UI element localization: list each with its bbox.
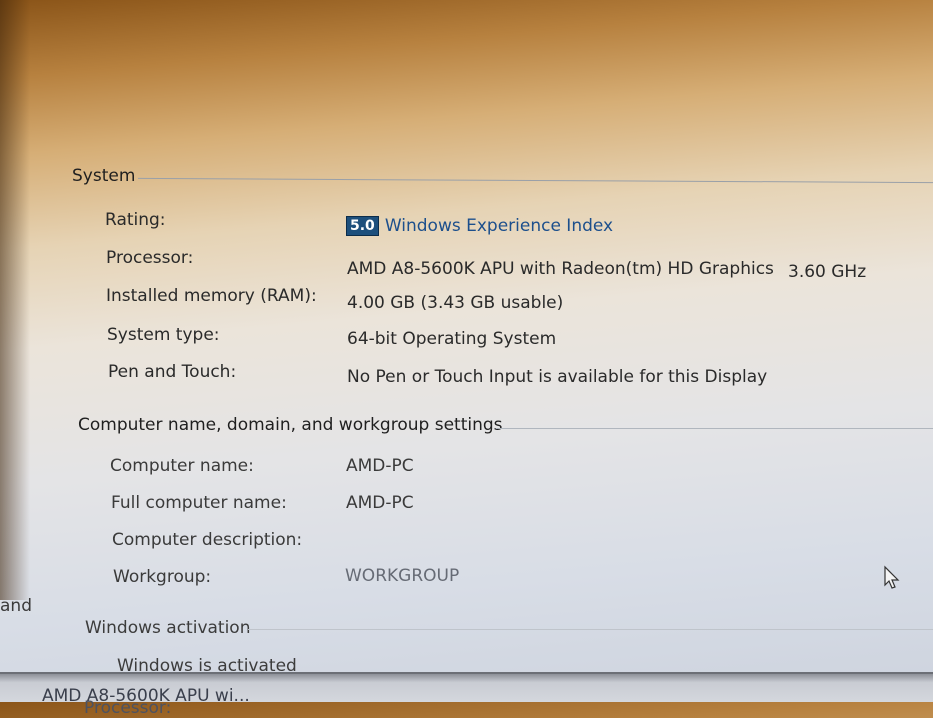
computer-settings-heading: Computer name, domain, and workgroup set… (78, 415, 503, 435)
processor-label: Processor: (106, 248, 194, 268)
workgroup-value: WORKGROUP (345, 566, 460, 586)
pen-touch-value: No Pen or Touch Input is available for t… (347, 367, 768, 387)
screen-bezel-shadow (0, 0, 30, 600)
full-computer-name-value: AMD-PC (346, 493, 414, 513)
sidebar-fragment: and (0, 596, 32, 616)
processor-speed: 3.60 GHz (788, 262, 867, 282)
divider (248, 629, 933, 630)
rating-badge: 5.0 (346, 216, 379, 236)
processor-value: AMD A8-5600K APU with Radeon(tm) HD Grap… (347, 259, 774, 279)
system-type-value: 64-bit Operating System (347, 329, 557, 349)
mouse-cursor-icon (884, 565, 900, 589)
workgroup-label: Workgroup: (113, 567, 212, 587)
activation-heading: Windows activation (85, 618, 251, 638)
memory-value: 4.00 GB (3.43 GB usable) (347, 293, 564, 313)
computer-name-label: Computer name: (110, 456, 254, 476)
system-heading: System (72, 166, 136, 186)
computer-description-label: Computer description: (112, 530, 303, 550)
divider (138, 177, 933, 184)
experience-index-link[interactable]: 5.0 Windows Experience Index (346, 216, 613, 236)
taskbar-preview: Processor: AMD A8-5600K APU wi... (0, 672, 933, 718)
experience-index-text: Windows Experience Index (384, 216, 614, 236)
rating-label: Rating: (105, 210, 166, 230)
system-type-label: System type: (107, 325, 220, 345)
full-computer-name-label: Full computer name: (111, 493, 287, 513)
memory-label: Installed memory (RAM): (106, 286, 317, 306)
pen-touch-label: Pen and Touch: (108, 362, 237, 382)
computer-name-value: AMD-PC (346, 456, 414, 476)
preview-processor-label: Processor: (84, 698, 172, 718)
divider (496, 428, 933, 429)
